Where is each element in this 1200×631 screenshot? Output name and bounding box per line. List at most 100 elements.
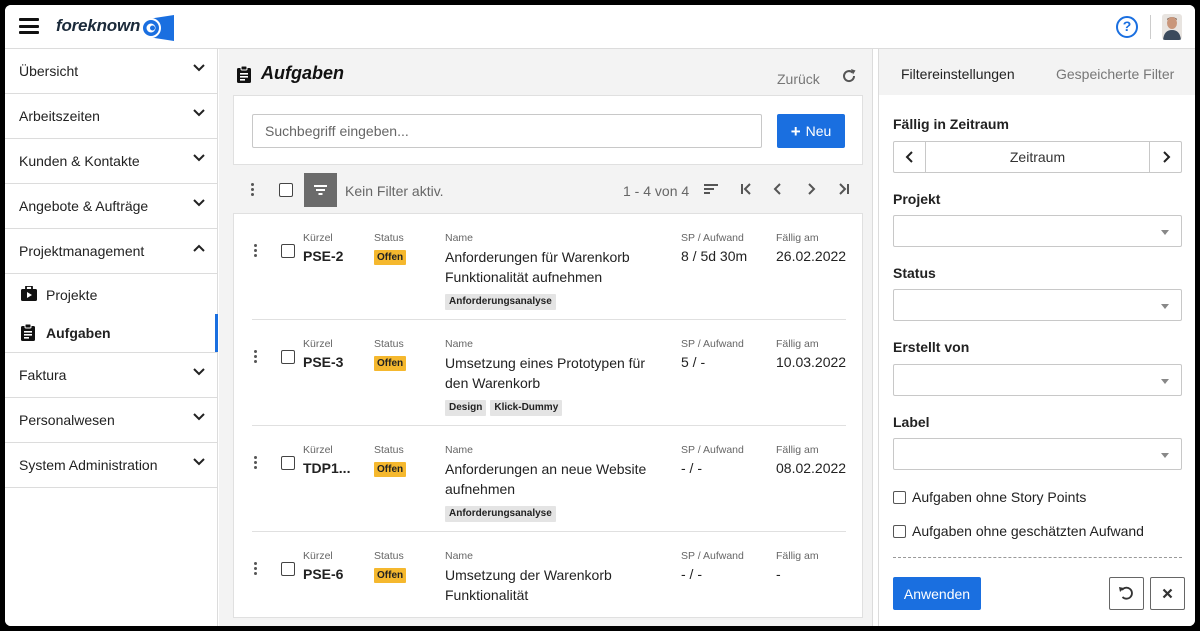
no-estimate-checkbox[interactable]: Aufgaben ohne geschätzten Aufwand — [893, 523, 1144, 539]
checkbox-box[interactable] — [893, 525, 906, 538]
avatar[interactable] — [1162, 14, 1182, 40]
sidebar-item-projektmanagement[interactable]: Projektmanagement — [5, 229, 217, 274]
sidebar-item-arbeitszeiten[interactable]: Arbeitszeiten — [5, 94, 217, 139]
tab-filter-settings[interactable]: Filtereinstellungen — [901, 66, 1015, 82]
created-by-select[interactable] — [893, 364, 1182, 396]
task-list: Kürzel PSE-2 Status Offen Name Anforderu… — [233, 213, 863, 618]
scrollbar[interactable] — [872, 49, 873, 626]
sidebar-item-label: Angebote & Aufträge — [19, 198, 149, 214]
column-label-due: Fällig am — [776, 444, 819, 456]
chevron-down-icon — [193, 154, 205, 162]
new-task-button[interactable]: + Neu — [777, 114, 845, 148]
task-key[interactable]: PSE-2 — [303, 248, 343, 264]
briefcase-play-icon — [21, 286, 37, 301]
task-name[interactable]: Umsetzung der Warenkorb Funktionalität — [445, 566, 660, 605]
chevron-down-icon — [193, 413, 205, 421]
sidebar-item-kunden[interactable]: Kunden & Kontakte — [5, 139, 217, 184]
previous-page-icon[interactable] — [773, 181, 783, 197]
reset-icon — [1119, 586, 1133, 600]
tag-list: Design Klick-Dummy — [445, 396, 660, 416]
divider — [1150, 15, 1151, 39]
sidebar-item-angebote[interactable]: Angebote & Aufträge — [5, 184, 217, 229]
refresh-icon[interactable] — [841, 68, 857, 84]
table-row[interactable]: Kürzel PSE-2 Status Offen Name Anforderu… — [252, 214, 846, 320]
menu-icon[interactable] — [19, 18, 39, 34]
row-actions-kebab-icon[interactable] — [254, 244, 258, 259]
filter-icon — [314, 185, 327, 195]
row-checkbox[interactable] — [281, 562, 295, 576]
column-label-status: Status — [374, 232, 404, 244]
help-icon[interactable]: ? — [1116, 16, 1138, 38]
task-key[interactable]: PSE-3 — [303, 354, 343, 370]
chevron-down-icon — [193, 458, 205, 466]
task-name[interactable]: Anforderungen an neue Website aufnehmen — [445, 460, 660, 499]
no-story-points-checkbox[interactable]: Aufgaben ohne Story Points — [893, 489, 1086, 505]
select-all-checkbox[interactable] — [279, 183, 293, 197]
row-actions-kebab-icon[interactable] — [254, 350, 258, 365]
caret-down-icon — [1161, 304, 1169, 309]
bulk-actions-kebab-icon[interactable] — [251, 183, 255, 198]
tag-list: Anforderungsanalyse — [445, 290, 660, 310]
date-range-prev-button[interactable] — [894, 142, 926, 172]
table-row[interactable]: Kürzel PSE-6 Status Offen Name Umsetzung… — [252, 532, 846, 618]
story-points-effort: - / - — [681, 460, 702, 476]
date-range-next-button[interactable] — [1149, 142, 1181, 172]
filter-tabs: Filtereinstellungen Gespeicherte Filter — [879, 49, 1195, 95]
sidebar-item-personalwesen[interactable]: Personalwesen — [5, 398, 217, 443]
date-range-value[interactable]: Zeitraum — [926, 149, 1149, 165]
checkbox-label: Aufgaben ohne geschätzten Aufwand — [912, 523, 1144, 539]
tab-saved-filters[interactable]: Gespeicherte Filter — [1056, 66, 1174, 82]
tag: Design — [445, 400, 487, 416]
task-key[interactable]: TDP1... — [303, 460, 350, 476]
status-badge: Offen — [374, 462, 407, 477]
plus-icon: + — [790, 122, 801, 141]
status-badge: Offen — [374, 356, 407, 371]
sidebar-item-system-administration[interactable]: System Administration — [5, 443, 217, 488]
sidebar-item-label: Projekte — [46, 287, 98, 303]
last-page-icon[interactable] — [837, 181, 851, 197]
status-badge: Offen — [374, 568, 407, 583]
row-checkbox[interactable] — [281, 456, 295, 470]
task-name-cell: Anforderungen für Warenkorb Funktionalit… — [445, 248, 660, 310]
caret-down-icon — [1161, 379, 1169, 384]
row-actions-kebab-icon[interactable] — [254, 562, 258, 577]
status-select[interactable] — [893, 289, 1182, 321]
sidebar-item-projekte[interactable]: Projekte — [5, 276, 217, 314]
search-input[interactable] — [252, 114, 762, 148]
apply-button[interactable]: Anwenden — [893, 577, 981, 610]
project-select[interactable] — [893, 215, 1182, 247]
column-label-due: Fällig am — [776, 550, 819, 562]
task-name[interactable]: Umsetzung eines Prototypen für den Waren… — [445, 354, 660, 393]
created-by-label: Erstellt von — [893, 339, 970, 355]
sidebar-item-faktura[interactable]: Faktura — [5, 353, 217, 398]
due-range-label: Fällig in Zeitraum — [893, 116, 1009, 132]
filter-toggle-button[interactable] — [304, 173, 337, 207]
column-label-status: Status — [374, 338, 404, 350]
label-select[interactable] — [893, 438, 1182, 470]
tag-list: Anforderungsanalyse — [445, 502, 660, 522]
back-link[interactable]: Zurück — [777, 71, 820, 87]
tag: Klick-Dummy — [490, 400, 563, 416]
task-name[interactable]: Anforderungen für Warenkorb Funktionalit… — [445, 248, 660, 287]
task-name-cell: Anforderungen an neue Website aufnehmen … — [445, 460, 660, 522]
sidebar-item-uebersicht[interactable]: Übersicht — [5, 49, 217, 94]
table-row[interactable]: Kürzel TDP1... Status Offen Name Anforde… — [252, 426, 846, 532]
table-row[interactable]: Kürzel PSE-3 Status Offen Name Umsetzung… — [252, 320, 846, 426]
next-page-icon[interactable] — [806, 181, 816, 197]
search-panel: +Neu — [233, 95, 863, 165]
row-actions-kebab-icon[interactable] — [254, 456, 258, 471]
column-label-sp: SP / Aufwand — [681, 444, 744, 456]
sidebar-item-aufgaben[interactable]: Aufgaben — [5, 314, 218, 352]
row-checkbox[interactable] — [281, 244, 295, 258]
column-label-due: Fällig am — [776, 338, 819, 350]
column-label-sp: SP / Aufwand — [681, 550, 744, 562]
task-key[interactable]: PSE-6 — [303, 566, 343, 582]
close-filter-button[interactable] — [1150, 577, 1185, 610]
first-page-icon[interactable] — [739, 181, 753, 197]
row-checkbox[interactable] — [281, 350, 295, 364]
sidebar-item-label: Arbeitszeiten — [19, 108, 100, 124]
reset-filter-button[interactable] — [1109, 577, 1144, 610]
checkbox-box[interactable] — [893, 491, 906, 504]
sort-icon[interactable] — [703, 181, 719, 197]
clipboard-icon — [237, 66, 251, 83]
